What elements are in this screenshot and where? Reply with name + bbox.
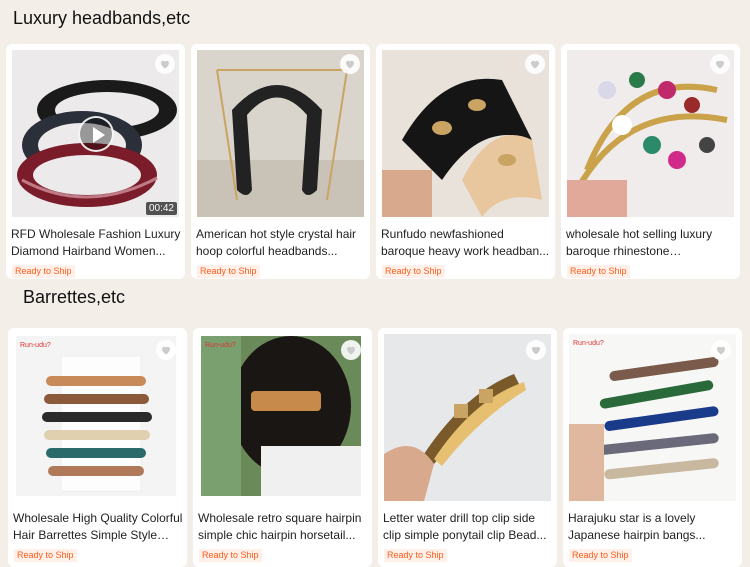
- heart-icon[interactable]: [156, 340, 176, 360]
- product-photo: [197, 50, 364, 217]
- ready-to-ship-badge: Ready to Ship: [197, 265, 260, 278]
- brand-logo: Run-udu?: [20, 342, 51, 349]
- product-image[interactable]: Run-udu?: [16, 336, 176, 496]
- product-title[interactable]: Wholesale High Quality Colorful Hair Bar…: [13, 510, 185, 544]
- ready-to-ship-badge: Ready to Ship: [567, 265, 630, 278]
- video-duration: 00:42: [145, 202, 177, 215]
- ready-to-ship-badge: Ready to Ship: [199, 549, 262, 562]
- play-icon[interactable]: [78, 116, 114, 152]
- product-title[interactable]: RFD Wholesale Fashion Luxury Diamond Hai…: [11, 226, 181, 260]
- product-title[interactable]: Runfudo newfashioned baroque heavy work …: [381, 226, 551, 260]
- product-title[interactable]: Letter water drill top clip side clip si…: [383, 510, 555, 544]
- product-image[interactable]: [382, 50, 549, 217]
- product-image[interactable]: Run-udu?: [569, 334, 736, 501]
- product-card[interactable]: Letter water drill top clip side clip si…: [378, 328, 557, 567]
- product-image[interactable]: Run-udu?: [201, 336, 361, 496]
- product-title[interactable]: Harajuku star is a lovely Japanese hairp…: [568, 510, 740, 544]
- product-image[interactable]: [197, 50, 364, 217]
- product-card[interactable]: Runfudo newfashioned baroque heavy work …: [376, 44, 555, 279]
- product-image[interactable]: 00:42: [12, 50, 179, 217]
- brand-logo: Run-udu?: [573, 340, 604, 347]
- product-card[interactable]: wholesale hot selling luxury baroque rhi…: [561, 44, 740, 279]
- heart-icon[interactable]: [525, 54, 545, 74]
- product-photo: [201, 336, 361, 496]
- section-title-barrettes: Barrettes,etc: [23, 287, 126, 307]
- ready-to-ship-badge: Ready to Ship: [569, 549, 632, 562]
- product-image[interactable]: [567, 50, 734, 217]
- ready-to-ship-badge: Ready to Ship: [384, 549, 447, 562]
- product-image[interactable]: [384, 334, 551, 501]
- heart-icon[interactable]: [526, 340, 546, 360]
- product-card[interactable]: Run-udu? Wholesale retro square hairpin …: [193, 328, 372, 567]
- heart-icon[interactable]: [340, 54, 360, 74]
- ready-to-ship-badge: Ready to Ship: [14, 549, 77, 562]
- heart-icon[interactable]: [341, 340, 361, 360]
- product-photo: [567, 50, 734, 217]
- product-title[interactable]: American hot style crystal hair hoop col…: [196, 226, 366, 260]
- section-title-luxury-headbands: Luxury headbands,etc: [13, 8, 191, 28]
- product-title[interactable]: wholesale hot selling luxury baroque rhi…: [566, 226, 736, 260]
- product-title[interactable]: Wholesale retro square hairpin simple ch…: [198, 510, 370, 544]
- product-card[interactable]: Run-udu? Wholesale High Quality Colorful…: [8, 328, 187, 567]
- product-card[interactable]: Run-udu? Harajuku star is a lovely Japan…: [563, 328, 742, 567]
- product-card[interactable]: American hot style crystal hair hoop col…: [191, 44, 370, 279]
- product-photo: [384, 334, 551, 501]
- heart-icon[interactable]: [711, 340, 731, 360]
- product-photo: [569, 334, 736, 501]
- brand-logo: Run-udu?: [205, 342, 236, 349]
- ready-to-ship-badge: Ready to Ship: [382, 265, 445, 278]
- product-photo: [16, 336, 176, 496]
- product-card[interactable]: 00:42 RFD Wholesale Fashion Luxury Diamo…: [6, 44, 185, 279]
- heart-icon[interactable]: [155, 54, 175, 74]
- ready-to-ship-badge: Ready to Ship: [12, 265, 75, 278]
- heart-icon[interactable]: [710, 54, 730, 74]
- product-photo: [382, 50, 549, 217]
